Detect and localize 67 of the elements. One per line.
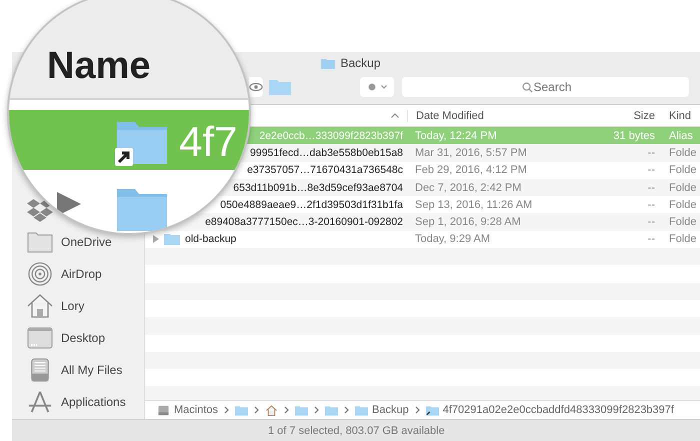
file-size: -- [648,233,655,246]
path-item[interactable]: Macintos [174,404,218,416]
house-icon[interactable] [27,294,53,318]
file-name: e37357057…71670431a736548c [247,164,403,176]
date-modified: Sep 1, 2016, 9:28 AM [415,216,521,228]
file-size: 31 bytes [613,130,655,142]
sidebar-item[interactable]: OneDrive [61,235,112,249]
date-modified: Mar 31, 2016, 5:57 PM [415,146,527,159]
file-kind: Folde [669,198,697,211]
file-size: -- [648,198,655,211]
chevron-icon [414,406,420,414]
file-kind: Folde [669,182,697,194]
sidebar-item[interactable]: All My Files [61,363,122,377]
file-name: 2e2e0ccb…333099f2823b397f [259,130,403,142]
search-icon [522,82,533,93]
dropbox-icon[interactable] [27,198,53,222]
file-name: e89408a3777150ec…3-20160901-092802 [205,216,403,228]
sidebar-item[interactable]: Desktop [61,331,106,345]
date-modified: Today, 9:29 AM [415,233,490,246]
chevron-icon [344,406,350,414]
quick-look-button[interactable] [249,77,263,97]
path-item[interactable]: Backup [372,404,409,416]
file-size: -- [648,146,655,159]
house-icon[interactable] [265,404,278,416]
chevron-icon [224,406,230,414]
file-size: -- [648,216,655,228]
desktop-icon[interactable] [27,326,53,350]
file-size: -- [648,182,655,194]
file-kind: Alias [669,130,693,142]
sidebar-item[interactable]: AirDrop [61,267,102,281]
file-name: 653d11b091b…8e3d59cef93ae8704 [233,182,403,194]
date-modified: Sep 13, 2016, 11:26 AM [415,198,532,211]
column-header[interactable]: Date Modified [416,110,484,122]
file-name: 99951fecd…dab3e558b0eb15a8 [250,146,403,159]
file-size: -- [648,164,655,176]
column-header[interactable]: Kind [669,110,692,122]
chevron-icon [284,406,290,414]
disclosure-triangle-icon [57,192,81,216]
sidebar-item[interactable]: Applications [61,395,126,409]
applications-icon[interactable] [27,390,53,414]
file-name: 050e4889aeae9…2f1d39503d1f31b1fa [220,198,403,211]
sort-caret-icon[interactable] [391,113,399,118]
chevron-icon [254,406,260,414]
date-modified: Feb 29, 2016, 4:12 PM [415,164,527,176]
window-title: Backup [340,56,381,70]
path-item[interactable]: 4f70291a02e2e0ccbaddfd48333099f2823b397f [442,404,674,416]
status-text: 1 of 7 selected, 803.07 GB available [268,424,445,436]
action-button[interactable] [360,77,394,97]
search-field[interactable]: Search [402,77,689,97]
chevron-icon [314,406,320,414]
date-modified: Dec 7, 2016, 2:42 PM [415,182,522,194]
column-header[interactable]: Size [634,110,655,122]
file-kind: Folde [669,146,697,159]
file-name: old-backup [185,233,236,246]
folder-icon [321,58,336,68]
file-kind: Folde [669,216,697,228]
airdrop-icon[interactable] [27,262,53,286]
file-kind: Folde [669,164,697,176]
date-modified: Today, 12:24 PM [415,130,497,142]
folder-icon[interactable] [27,230,53,254]
folder-alias-icon[interactable] [426,404,439,416]
sidebar-item[interactable]: Lory [61,299,84,313]
name-column-header: Name [47,47,150,85]
file-row[interactable]: old-backup Today, 9:29 AM -- Folde [145,230,700,248]
caret-icon [380,85,386,89]
disclosure-triangle-icon[interactable] [153,235,159,244]
file-kind: Folde [669,233,697,246]
